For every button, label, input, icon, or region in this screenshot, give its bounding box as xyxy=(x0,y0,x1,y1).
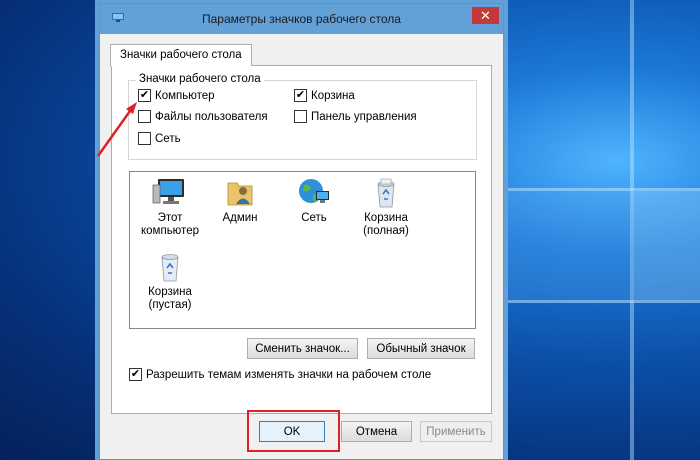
checkbox-recycle-bin[interactable]: ✔ Корзина xyxy=(294,89,355,102)
checkbox-label: Панель управления xyxy=(311,110,417,123)
icon-label: Этот xyxy=(157,212,183,224)
icon-item-network[interactable]: Сеть xyxy=(279,177,349,225)
title-bar[interactable]: Параметры значков рабочего стола ✕ xyxy=(100,4,503,34)
network-icon xyxy=(299,179,329,203)
checkbox-network[interactable]: Сеть xyxy=(138,132,181,145)
group-legend: Значки рабочего стола xyxy=(136,73,264,85)
user-folder-icon xyxy=(227,182,253,206)
desktop-icon-settings-dialog: Параметры значков рабочего стола ✕ Значк… xyxy=(99,3,504,460)
icon-label: Админ xyxy=(222,212,258,224)
dialog-client-area: Значки рабочего стола Значки рабочего ст… xyxy=(100,34,503,459)
checkbox-label: Сеть xyxy=(155,132,181,145)
icon-label: Корзина xyxy=(148,286,192,298)
icon-label: (пустая) xyxy=(148,299,192,311)
computer-icon xyxy=(152,179,184,204)
icon-item-recycle-bin-full[interactable]: Корзина (полная) xyxy=(351,177,421,238)
checkbox-label: Корзина xyxy=(311,89,355,102)
checkbox-box[interactable]: ✔ xyxy=(294,89,307,102)
recycle-bin-empty-icon xyxy=(161,254,179,282)
checkbox-allow-themes[interactable]: ✔ Разрешить темам изменять значки на раб… xyxy=(129,368,431,381)
ok-button-highlight-frame xyxy=(247,410,340,452)
icon-item-user-folder[interactable]: Админ xyxy=(205,177,275,225)
checkbox-computer[interactable]: ✔ Компьютер xyxy=(138,89,215,102)
recycle-bin-full-icon xyxy=(377,178,395,208)
checkbox-label: Компьютер xyxy=(155,89,215,102)
apply-button[interactable]: Применить xyxy=(420,421,492,442)
tab-desktop-icons[interactable]: Значки рабочего стола xyxy=(110,44,252,66)
desktop-icons-group: Значки рабочего стола ✔ Компьютер ✔ Корз… xyxy=(128,73,477,160)
icon-item-this-pc[interactable]: Этот компьютер xyxy=(135,177,205,238)
checkbox-control-panel[interactable]: Панель управления xyxy=(294,110,417,123)
icon-label: Сеть xyxy=(301,212,327,224)
cancel-button[interactable]: Отмена xyxy=(341,421,412,442)
desktop-light-beam xyxy=(505,300,700,303)
checkbox-box[interactable]: ✔ xyxy=(138,89,151,102)
icon-item-recycle-bin-empty[interactable]: Корзина (пустая) xyxy=(135,251,205,312)
checkbox-box[interactable]: ✔ xyxy=(129,368,142,381)
checkbox-box[interactable] xyxy=(138,110,151,123)
checkbox-label: Файлы пользователя xyxy=(155,110,268,123)
checkbox-user-files[interactable]: Файлы пользователя xyxy=(138,110,268,123)
desktop-window-pane xyxy=(507,191,630,300)
icon-label: Корзина xyxy=(364,212,408,224)
icon-list[interactable]: Этот компьютер Админ Сеть Корзина (полна… xyxy=(129,171,476,329)
window-title: Параметры значков рабочего стола xyxy=(202,12,401,26)
checkbox-box[interactable] xyxy=(294,110,307,123)
checkbox-box[interactable] xyxy=(138,132,151,145)
close-button[interactable]: ✕ xyxy=(472,7,499,24)
icon-label: (полная) xyxy=(363,225,409,237)
checkbox-label: Разрешить темам изменять значки на рабоч… xyxy=(146,368,432,381)
desktop-window-pane xyxy=(634,191,700,300)
tab-panel: Значки рабочего стола ✔ Компьютер ✔ Корз… xyxy=(111,65,492,414)
icon-label: компьютер xyxy=(141,225,199,237)
change-icon-button[interactable]: Сменить значок... xyxy=(247,338,358,359)
default-icon-button[interactable]: Обычный значок xyxy=(367,338,475,359)
